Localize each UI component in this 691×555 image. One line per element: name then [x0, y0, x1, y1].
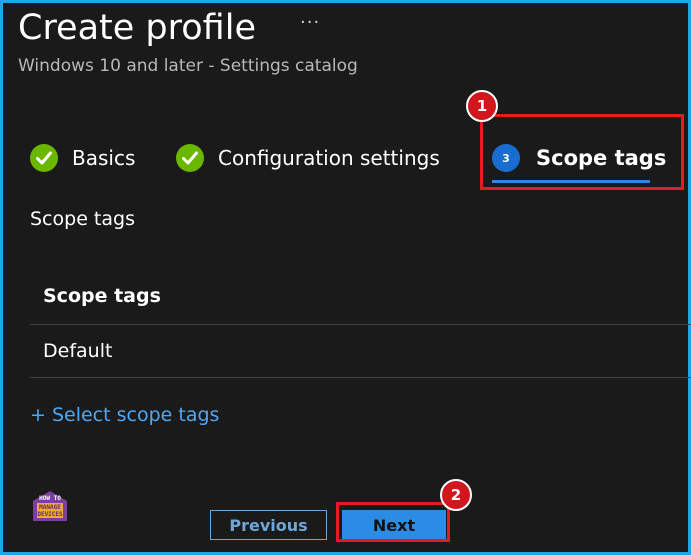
previous-button[interactable]: Previous [210, 510, 327, 540]
step-basics[interactable]: Basics [30, 140, 135, 176]
callout-badge-1: 1 [466, 90, 498, 122]
callout-badge-2: 2 [440, 479, 472, 511]
highlight-box-next [336, 502, 450, 542]
checkmark-icon [30, 144, 58, 172]
step-label: Basics [72, 146, 136, 170]
more-options-button[interactable]: ··· [300, 12, 320, 33]
page-subtitle: Windows 10 and later - Settings catalog [18, 56, 358, 76]
checkmark-icon [176, 144, 204, 172]
table-row: Default [30, 325, 691, 378]
scope-tags-table: Scope tags Default [30, 268, 691, 378]
table-header: Scope tags [30, 268, 691, 325]
logo-text: MANAGE [39, 504, 61, 511]
logo-text: DEVICES [37, 511, 63, 518]
select-scope-tags-link[interactable]: + Select scope tags [30, 404, 219, 426]
how-to-manage-devices-logo: HOW TO MANAGE DEVICES [32, 490, 68, 522]
logo-text: HOW TO [39, 495, 61, 502]
page-title: Create profile [18, 8, 256, 48]
step-configuration-settings[interactable]: Configuration settings [176, 140, 440, 176]
highlight-box-scope-tags [480, 114, 684, 190]
step-label: Configuration settings [218, 146, 440, 170]
section-label: Scope tags [30, 208, 135, 230]
